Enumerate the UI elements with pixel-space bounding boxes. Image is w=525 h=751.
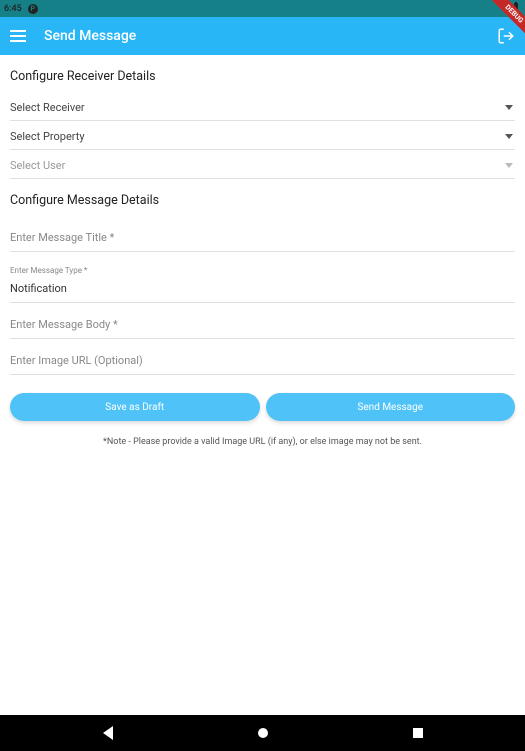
chevron-down-icon: [505, 105, 513, 110]
android-nav-bar: [0, 715, 525, 751]
page-title: Send Message: [44, 28, 497, 44]
nav-recent-button[interactable]: [413, 728, 423, 738]
message-type-field-wrap: Enter Message Type *: [10, 252, 515, 303]
image-url-input[interactable]: [10, 354, 515, 367]
send-message-button[interactable]: Send Message: [266, 393, 516, 421]
battery-icon: [513, 2, 519, 15]
nav-back-button[interactable]: [103, 726, 113, 740]
select-receiver-dropdown[interactable]: Select Receiver: [10, 92, 515, 121]
dropdown-label: Select Receiver: [10, 101, 85, 114]
parking-icon: P: [28, 4, 38, 14]
dropdown-label: Select Property: [10, 130, 85, 143]
content-area: Configure Receiver Details Select Receiv…: [0, 55, 525, 715]
message-body-input[interactable]: [10, 318, 515, 331]
button-row: Save as Draft Send Message: [10, 393, 515, 421]
message-title-field-wrap: [10, 216, 515, 252]
image-url-field-wrap: [10, 339, 515, 375]
select-property-dropdown[interactable]: Select Property: [10, 121, 515, 150]
select-user-dropdown[interactable]: Select User: [10, 150, 515, 179]
message-body-field-wrap: [10, 303, 515, 339]
wifi-icon: [499, 2, 511, 15]
status-time: 6:45: [4, 4, 22, 14]
app-bar: Send Message: [0, 17, 525, 55]
message-type-input[interactable]: [10, 282, 515, 295]
receiver-section-heading: Configure Receiver Details: [0, 55, 525, 92]
message-section-heading: Configure Message Details: [0, 179, 525, 216]
nav-home-button[interactable]: [258, 728, 268, 738]
menu-icon[interactable]: [10, 26, 30, 46]
android-status-bar: 6:45 P: [0, 0, 525, 17]
chevron-down-icon: [505, 163, 513, 168]
chevron-down-icon: [505, 134, 513, 139]
status-icons-right: [499, 2, 519, 15]
note-text: *Note - Please provide a valid Image URL…: [0, 437, 525, 447]
message-title-input[interactable]: [10, 231, 515, 244]
logout-icon[interactable]: [497, 27, 515, 45]
save-draft-button[interactable]: Save as Draft: [10, 393, 260, 421]
message-type-label: Enter Message Type *: [10, 266, 515, 275]
dropdown-label: Select User: [10, 159, 65, 172]
